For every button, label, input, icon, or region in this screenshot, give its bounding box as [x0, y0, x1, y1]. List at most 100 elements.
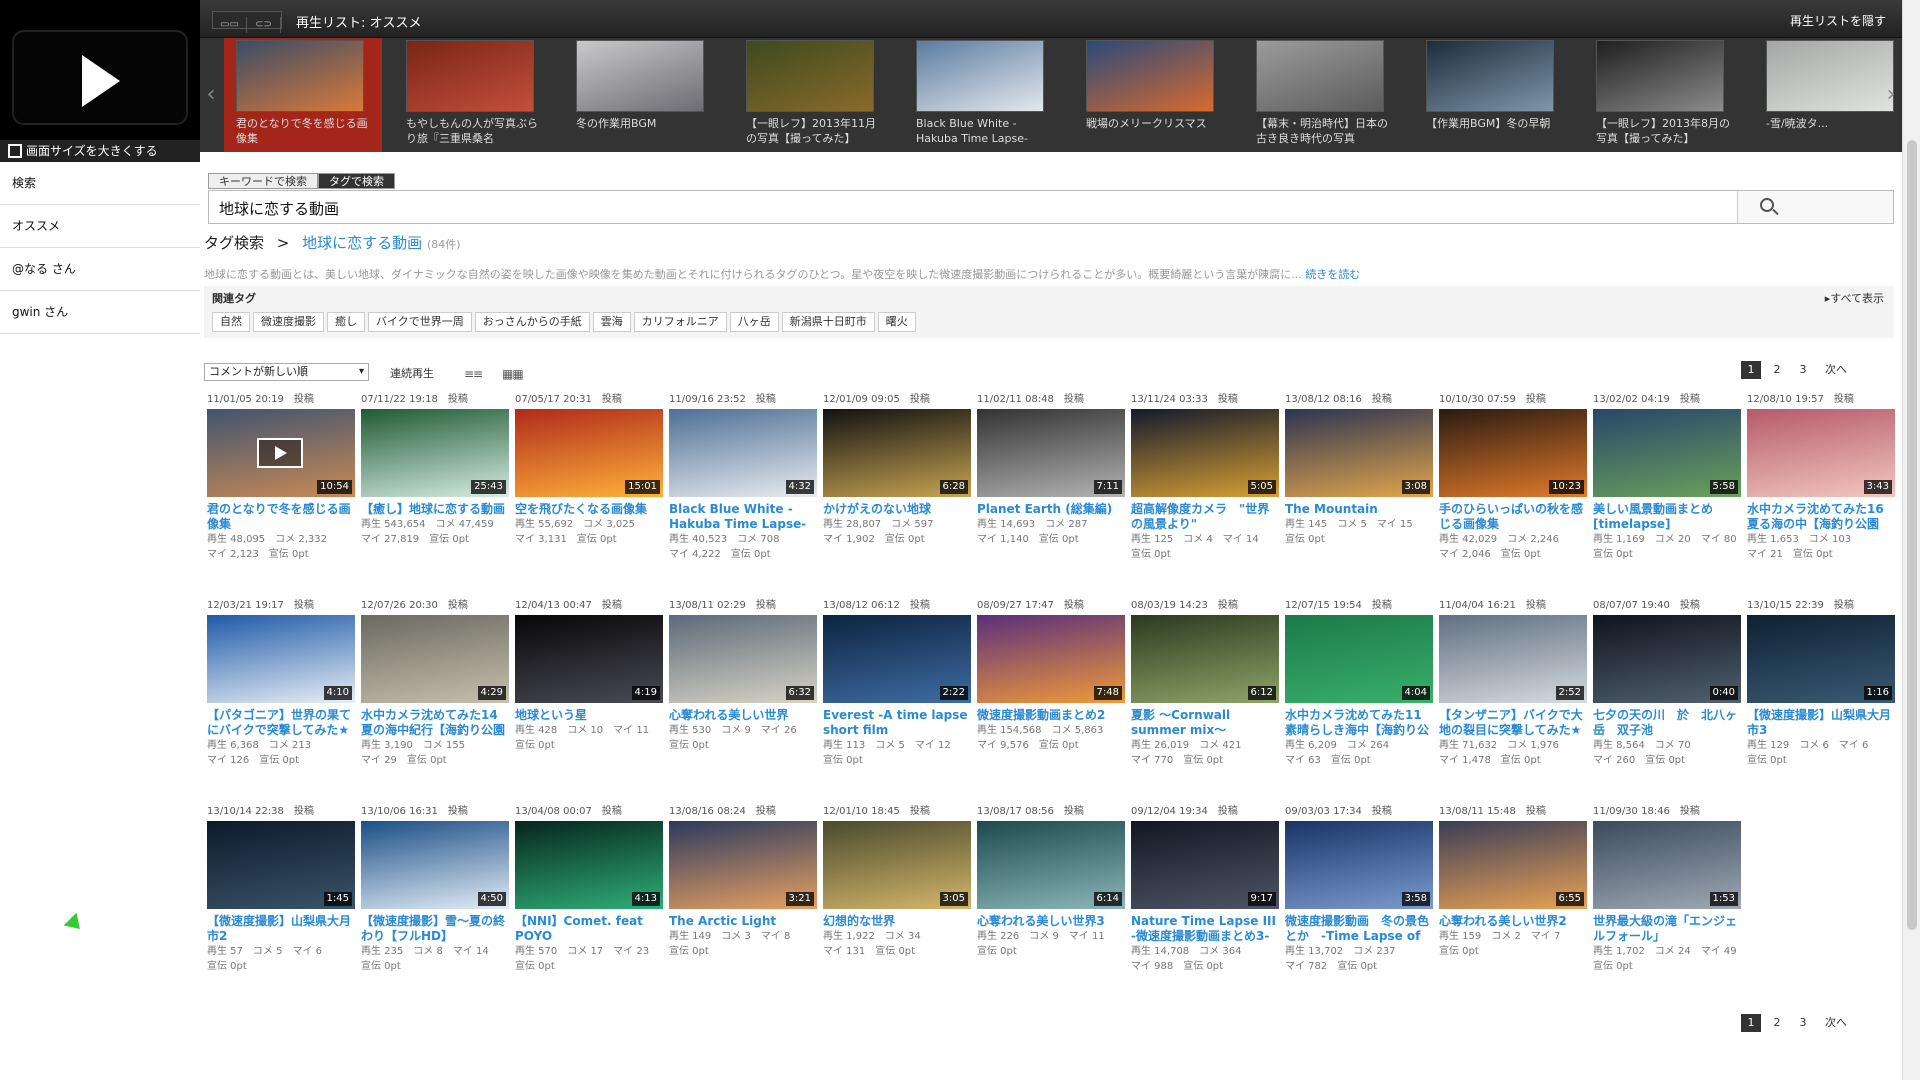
- breadcrumb-root[interactable]: タグ検索: [204, 234, 264, 252]
- video-title[interactable]: 美しい風景動画まとめ[timelapse]: [1593, 502, 1741, 532]
- next-page-link[interactable]: 次へ: [1819, 361, 1853, 379]
- playlist-item[interactable]: 【一眼レフ】2013年8月の写真【撮ってみた】: [1584, 38, 1742, 152]
- video-title[interactable]: 水中カメラ沈めてみた16 夏る海の中【海釣り公園 水中映像】: [1747, 502, 1895, 532]
- switch-mode-icon[interactable]: ⊂⊃: [247, 17, 281, 33]
- related-tag-chip[interactable]: バイクで世界一周: [368, 312, 472, 332]
- video-thumbnail[interactable]: 6:12: [1131, 615, 1279, 703]
- tab-tag-search[interactable]: タグで検索: [318, 173, 395, 189]
- playlist-item[interactable]: 戦場のメリークリスマス: [1074, 38, 1232, 152]
- playlist-prev-icon[interactable]: ‹: [200, 40, 222, 150]
- video-title[interactable]: Planet Earth (総集編): [977, 502, 1125, 517]
- video-thumbnail[interactable]: 3:58: [1285, 821, 1433, 909]
- related-tag-chip[interactable]: 新潟県十日町市: [781, 312, 875, 332]
- play-icon[interactable]: [82, 55, 120, 107]
- video-thumbnail[interactable]: 2:52: [1439, 615, 1587, 703]
- video-title[interactable]: 君のとなりで冬を感じる画像集: [207, 502, 355, 532]
- video-card[interactable]: 13/04/08 00:07 投稿 4:13 【NNI】Comet. feat PO…: [515, 805, 663, 1005]
- video-title[interactable]: The Mountain: [1285, 502, 1433, 517]
- video-thumbnail[interactable]: 0:40: [1593, 615, 1741, 703]
- video-title[interactable]: The Arctic Light: [669, 914, 817, 929]
- nav-user-naru[interactable]: @なる さん: [0, 248, 200, 291]
- video-thumbnail[interactable]: 2:22: [823, 615, 971, 703]
- related-tag-chip[interactable]: 微速度撮影: [253, 312, 324, 332]
- video-thumbnail[interactable]: 6:14: [977, 821, 1125, 909]
- page-link[interactable]: 2: [1767, 361, 1787, 379]
- video-thumbnail[interactable]: 3:43: [1747, 409, 1895, 497]
- video-card[interactable]: 13/08/16 08:24 投稿 3:21 The Arctic Light 再生 …: [669, 805, 817, 1005]
- playlist-item[interactable]: もやしもんの人が写真ぶらり旅『三重県桑名: [394, 38, 552, 152]
- video-card[interactable]: 07/11/22 19:18 投稿 25:43 【癒し】地球に恋する動画 再生 543…: [361, 393, 509, 593]
- related-tag-chip[interactable]: 雲海: [592, 312, 631, 332]
- playlist-thumbnail[interactable]: [746, 40, 874, 112]
- video-card[interactable]: 12/07/15 19:54 投稿 4:04 水中カメラ沈めてみた11 素晴らしき海…: [1285, 599, 1433, 799]
- video-thumbnail[interactable]: 10:23: [1439, 409, 1587, 497]
- video-title[interactable]: 空を飛びたくなる画像集: [515, 502, 663, 517]
- related-tag-chip[interactable]: 自然: [212, 312, 250, 332]
- video-title[interactable]: 七夕の天の川 於 北八ヶ岳 双子池: [1593, 708, 1741, 738]
- video-card[interactable]: 12/08/10 19:57 投稿 3:43 水中カメラ沈めてみた16 夏る海の中【…: [1747, 393, 1895, 593]
- related-tag-chip[interactable]: 八ヶ岳: [729, 312, 779, 332]
- video-card[interactable]: 12/01/10 18:45 投稿 3:05 幻想的な世界 再生 1,922 コメ 3…: [823, 805, 971, 1005]
- playlist-item[interactable]: 【一眼レフ】2013年11月の写真【撮ってみた】: [734, 38, 892, 152]
- video-title[interactable]: 微速度撮影動画 冬の景色とか -Time Lapse of Winter Sce…: [1285, 914, 1433, 944]
- video-thumbnail[interactable]: 4:29: [361, 615, 509, 703]
- video-title[interactable]: 夏影 ～Cornwall summer mix～: [1131, 708, 1279, 738]
- video-title[interactable]: 微速度撮影動画まとめ2: [977, 708, 1125, 723]
- playlist-thumbnail[interactable]: [916, 40, 1044, 112]
- video-title[interactable]: 心奪われる美しい世界2: [1439, 914, 1587, 929]
- video-thumbnail[interactable]: 4:50: [361, 821, 509, 909]
- view-mode-toggle[interactable]: ▭▭ ⊂⊃: [212, 11, 282, 33]
- mini-player[interactable]: [0, 0, 200, 140]
- show-all-link[interactable]: ▸すべて表示: [1825, 290, 1884, 306]
- playlist-thumbnail[interactable]: [1426, 40, 1554, 112]
- video-title[interactable]: 手のひらいっぱいの秋を感じる画像集: [1439, 502, 1587, 532]
- video-thumbnail[interactable]: 4:13: [515, 821, 663, 909]
- related-tag-chip[interactable]: カリフォルニア: [633, 312, 727, 332]
- video-title[interactable]: 水中カメラ沈めてみた11 素晴らしき海中【海釣り公園 水中映像】: [1285, 708, 1433, 738]
- video-title[interactable]: かけがえのない地球: [823, 502, 971, 517]
- breadcrumb-tag[interactable]: 地球に恋する動画: [302, 234, 422, 252]
- video-title[interactable]: 超高解像度カメラ "世界の風景より": [1131, 502, 1279, 532]
- playlist-thumbnail[interactable]: [1256, 40, 1384, 112]
- video-card[interactable]: 08/07/07 19:40 投稿 0:40 七夕の天の川 於 北八ヶ岳 双子池 再生…: [1593, 599, 1741, 799]
- video-thumbnail[interactable]: 4:32: [669, 409, 817, 497]
- list-view-icon[interactable]: ≡≡: [464, 367, 483, 381]
- video-card[interactable]: 13/02/02 04:19 投稿 5:58 美しい風景動画まとめ[timelaps…: [1593, 393, 1741, 593]
- video-title[interactable]: 地球という星: [515, 708, 663, 723]
- video-title[interactable]: 【微速度撮影】山梨県大月市3: [1747, 708, 1895, 738]
- video-thumbnail[interactable]: 5:58: [1593, 409, 1741, 497]
- video-title[interactable]: 水中カメラ沈めてみた14 夏の海中紀行【海釣り公園 水中映像】: [361, 708, 509, 738]
- read-more-link[interactable]: 続きを読む: [1305, 268, 1360, 281]
- video-title[interactable]: 幻想的な世界: [823, 914, 971, 929]
- video-thumbnail[interactable]: 4:19: [515, 615, 663, 703]
- video-thumbnail[interactable]: 5:05: [1131, 409, 1279, 497]
- video-card[interactable]: 13/08/11 02:29 投稿 6:32 心奪われる美しい世界 再生 530 コメ…: [669, 599, 817, 799]
- video-card[interactable]: 12/07/26 20:30 投稿 4:29 水中カメラ沈めてみた14 夏の海中紀行…: [361, 599, 509, 799]
- video-card[interactable]: 10/10/30 07:59 投稿 10:23 手のひらいっぱいの秋を感じる画像集再…: [1439, 393, 1587, 593]
- video-card[interactable]: 13/08/11 15:48 投稿 6:55 心奪われる美しい世界2 再生 159 コ…: [1439, 805, 1587, 1005]
- video-title[interactable]: 【NNI】Comet. feat POYO: [515, 914, 663, 944]
- playlist-thumbnail[interactable]: [1596, 40, 1724, 112]
- search-input[interactable]: [219, 197, 1719, 219]
- video-card[interactable]: 13/11/24 03:33 投稿 5:05 超高解像度カメラ "世界の風景より" 再…: [1131, 393, 1279, 593]
- video-thumbnail[interactable]: 15:01: [515, 409, 663, 497]
- video-card[interactable]: 11/04/04 16:21 投稿 2:52 【タンザニア】バイクで大地の裂目に突撃…: [1439, 599, 1587, 799]
- video-card[interactable]: 08/03/19 14:23 投稿 6:12 夏影 ～Cornwall summer…: [1131, 599, 1279, 799]
- video-card[interactable]: 11/09/30 18:46 投稿 1:53 世界最大級の滝「エンジェルフォール」再…: [1593, 805, 1741, 1005]
- video-thumbnail[interactable]: 9:17: [1131, 821, 1279, 909]
- video-card[interactable]: 11/02/11 08:48 投稿 7:11 Planet Earth (総集編) 再…: [977, 393, 1125, 593]
- video-title[interactable]: 【微速度撮影】山梨県大月市2: [207, 914, 355, 944]
- grid-view-icon[interactable]: ▦▦: [502, 367, 524, 381]
- video-thumbnail[interactable]: 1:45: [207, 821, 355, 909]
- nav-recommended[interactable]: オススメ: [0, 205, 200, 248]
- tab-keyword-search[interactable]: キーワードで検索: [208, 173, 318, 189]
- scrollbar-thumb[interactable]: [1907, 140, 1917, 930]
- playlist-next-icon[interactable]: ›: [1880, 40, 1902, 150]
- playlist-thumbnail[interactable]: [236, 40, 364, 112]
- playlist-item[interactable]: 【作業用BGM】冬の早朝: [1414, 38, 1572, 152]
- video-thumbnail[interactable]: 1:16: [1747, 615, 1895, 703]
- related-tag-chip[interactable]: おっさんからの手紙: [474, 312, 590, 332]
- video-title[interactable]: Black Blue White -Hakuba Time Lapse-: [669, 502, 817, 532]
- video-title[interactable]: Everest -A time lapse short film: [823, 708, 971, 738]
- video-card[interactable]: 13/10/06 16:31 投稿 4:50 【微速度撮影】雪～夏の終わり【フルHD…: [361, 805, 509, 1005]
